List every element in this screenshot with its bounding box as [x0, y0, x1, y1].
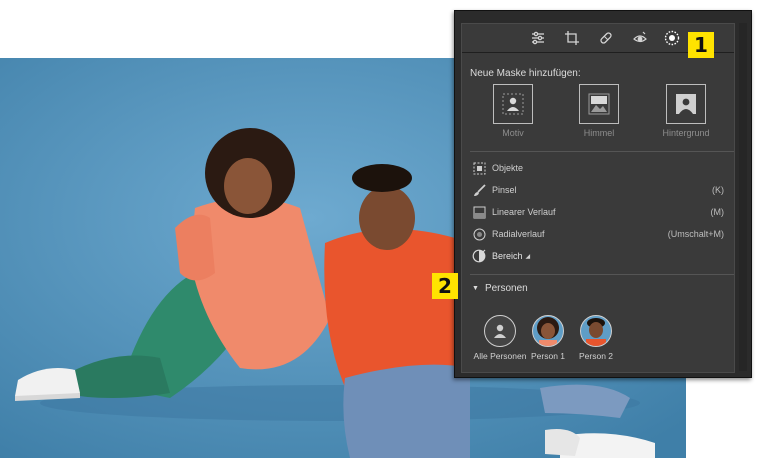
background-mask-button[interactable]: [666, 84, 706, 124]
background-icon: [676, 94, 696, 114]
tool-objects-label: Objekte: [492, 163, 524, 173]
subject-mask-label: Motiv: [502, 128, 524, 138]
people-section-header[interactable]: ▼ Personen: [472, 278, 734, 298]
add-mask-title: Neue Maske hinzufügen:: [470, 68, 581, 79]
callout-badge-1: 1: [688, 32, 714, 58]
sky-mask-label: Himmel: [583, 128, 615, 138]
radial-gradient-icon: [472, 227, 486, 241]
linear-gradient-icon: [472, 205, 486, 219]
tool-range[interactable]: Bereich ◢: [472, 246, 734, 266]
healing-icon[interactable]: [596, 28, 616, 48]
range-icon: [472, 249, 486, 263]
masking-panel-body: Neue Maske hinzufügen: Motiv Himmel Hint…: [461, 23, 735, 373]
redeye-icon[interactable]: [630, 28, 650, 48]
person-2-label: Person 2: [578, 351, 614, 361]
all-people-avatar: [484, 315, 516, 347]
objects-icon: [472, 161, 486, 175]
callout-badge-2: 2: [432, 273, 458, 299]
divider: [470, 274, 734, 275]
scrollbar-track[interactable]: [739, 23, 747, 371]
masking-panel: Neue Maske hinzufügen: Motiv Himmel Hint…: [454, 10, 752, 378]
tool-linear-gradient-shortcut: (M): [710, 207, 725, 217]
sky-icon: [588, 93, 610, 115]
person-2-avatar: [580, 315, 612, 347]
tool-radial-gradient-label: Radialverlauf: [492, 229, 545, 239]
tool-linear-gradient-label: Linearer Verlauf: [492, 207, 556, 217]
masking-icon[interactable]: [662, 28, 682, 48]
tool-range-label: Bereich: [492, 251, 523, 261]
people-section-title: Personen: [484, 282, 528, 294]
range-dropdown-arrow-icon: ◢: [525, 253, 531, 260]
subject-icon: [502, 93, 524, 115]
person-2[interactable]: Person 2: [566, 315, 626, 361]
tool-brush-shortcut: (K): [712, 185, 724, 195]
divider: [470, 151, 734, 152]
tool-brush-label: Pinsel: [492, 185, 517, 195]
background-mask-label: Hintergrund: [662, 128, 710, 138]
people-icon: [494, 324, 506, 338]
tool-brush[interactable]: Pinsel (K): [472, 180, 734, 200]
tool-radial-gradient[interactable]: Radialverlauf (Umschalt+M): [472, 224, 734, 244]
tool-linear-gradient[interactable]: Linearer Verlauf (M): [472, 202, 734, 222]
crop-icon[interactable]: [562, 28, 582, 48]
tool-radial-gradient-shortcut: (Umschalt+M): [667, 229, 724, 239]
disclosure-triangle-icon: ▼: [472, 284, 479, 292]
subject-mask-button[interactable]: [493, 84, 533, 124]
tool-objects[interactable]: Objekte: [472, 158, 734, 178]
sky-mask-button[interactable]: [579, 84, 619, 124]
sliders-icon[interactable]: [528, 28, 548, 48]
brush-icon: [472, 183, 486, 197]
person-1-avatar: [532, 315, 564, 347]
